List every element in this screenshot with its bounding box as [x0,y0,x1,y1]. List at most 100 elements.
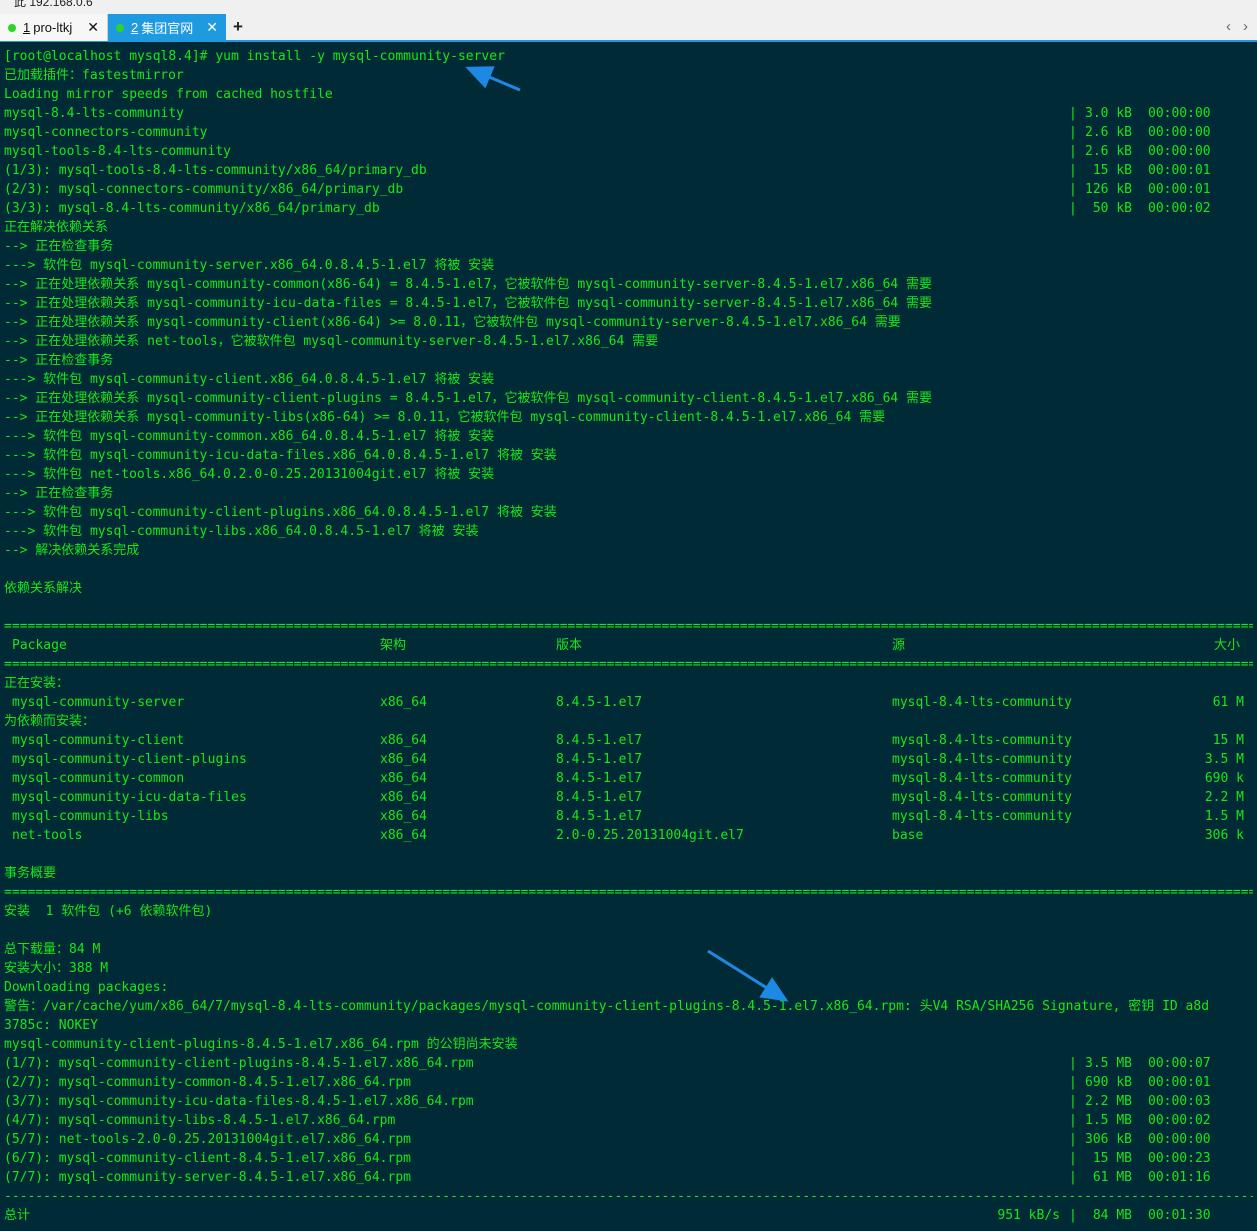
repo-time: 00:00:00 [1148,106,1211,121]
installing-label: 正在安装： [4,676,70,691]
dependency-line: ---> 软件包 mysql-community-server.x86_64.0… [4,258,495,273]
repo-size: 2.6 kB [1085,125,1132,140]
dependency-line: --> 正在处理依赖关系 mysql-community-client-plug… [4,391,933,406]
dependency-line: --> 正在检查事务 [4,486,114,501]
install-size: 安装大小：388 M [4,961,109,976]
tab-number: 1 [23,20,31,35]
package-repo: mysql-8.4-lts-community [892,733,1073,748]
header-package: Package [12,638,67,653]
dependency-line: ---> 软件包 mysql-community-client.x86_64.0… [4,372,495,387]
add-tab-button[interactable]: + [229,15,247,39]
package-version: 8.4.5-1.el7 [556,752,643,767]
package-version: 8.4.5-1.el7 [556,771,643,786]
chevron-right-icon[interactable]: › [1243,16,1248,38]
download-size: 2.2 MB [1085,1094,1132,1109]
dependency-line: --> 正在检查事务 [4,353,114,368]
package-arch: x86_64 [380,771,427,786]
package-arch: x86_64 [380,828,427,843]
dependencies-label: 为依赖而安装： [4,714,96,729]
package-arch: x86_64 [380,695,427,710]
package-name: mysql-community-icu-data-files [12,790,247,805]
total-download: 总下载量：84 M [4,942,101,957]
total-rate: 951 kB/s [997,1208,1060,1223]
dependency-line: --> 正在处理依赖关系 net-tools，它被软件包 mysql-commu… [4,334,659,349]
output-line: Loading mirror speeds from cached hostfi… [4,87,333,102]
warning-line: 警告：/var/cache/yum/x86_64/7/mysql-8.4-lts… [4,999,1210,1014]
output-line: 已加载插件：fastestmirror [4,68,184,83]
dependency-line: ---> 软件包 mysql-community-client-plugins.… [4,505,557,520]
download-time: 00:00:07 [1148,1056,1211,1071]
table-rule: ========================================… [4,885,1253,900]
download-line: (4/7): mysql-community-libs-8.4.5-1.el7.… [4,1113,396,1128]
download-time: 00:00:02 [1148,1113,1211,1128]
tab-pro-ltkj[interactable]: 1 pro-ltkj ✕ [0,14,108,41]
download-separator: | [1069,1170,1077,1185]
dependency-line: --> 正在处理依赖关系 mysql-community-icu-data-fi… [4,296,933,311]
repo-separator: | [1069,144,1077,159]
dependency-line: 正在解决依赖关系 [4,220,109,235]
dependency-line: --> 正在处理依赖关系 mysql-community-client(x86-… [4,315,901,330]
package-version: 2.0-0.25.20131004git.el7 [556,828,744,843]
tab-label: pro-ltkj [33,20,73,35]
package-version: 8.4.5-1.el7 [556,733,643,748]
total-label: 总计 [4,1208,31,1223]
repo-size: 126 kB [1085,182,1132,197]
close-icon[interactable]: ✕ [87,19,99,36]
warning-line: 3785c: NOKEY [4,1018,98,1033]
tab-jituan-guanwang[interactable]: 2 集团官网 ✕ [108,14,226,41]
download-separator: | [1069,1113,1077,1128]
package-arch: x86_64 [380,809,427,824]
repo-time: 00:00:01 [1148,182,1211,197]
package-version: 8.4.5-1.el7 [556,695,643,710]
download-line: (2/7): mysql-community-common-8.4.5-1.el… [4,1075,411,1090]
download-line: (7/7): mysql-community-server-8.4.5-1.el… [4,1170,411,1185]
package-repo: base [892,828,924,843]
summary-label: 事务概要 [4,866,57,881]
download-size: 15 MB [1085,1151,1132,1166]
terminal-output[interactable]: [root@localhost mysql8.4]# yum install -… [0,42,1257,1231]
close-icon[interactable]: ✕ [206,19,218,36]
repo-time: 00:00:00 [1148,144,1211,159]
package-repo: mysql-8.4-lts-community [892,695,1073,710]
package-arch: x86_64 [380,733,427,748]
download-time: 00:00:23 [1148,1151,1211,1166]
download-separator: | [1069,1075,1077,1090]
package-version: 8.4.5-1.el7 [556,790,643,805]
package-name: mysql-community-libs [12,809,169,824]
repo-separator: | [1069,106,1077,121]
pubkey-line: mysql-community-client-plugins-8.4.5-1.e… [4,1037,518,1052]
dependency-line: --> 正在处理依赖关系 mysql-community-libs(x86-64… [4,410,886,425]
download-separator: | [1069,1151,1077,1166]
package-repo: mysql-8.4-lts-community [892,752,1073,767]
repo-line: (1/3): mysql-tools-8.4-lts-community/x86… [4,163,427,178]
connected-status-icon [116,23,124,32]
chevron-left-icon[interactable]: ‹ [1226,16,1231,38]
package-name: mysql-community-client-plugins [12,752,247,767]
total-size: 84 MB [1085,1208,1132,1223]
header-version: 版本 [556,638,583,653]
package-size: 1.5 M [1204,809,1244,824]
package-size: 61 M [1212,695,1244,710]
tab-bar: 此 192.168.0.6 1 pro-ltkj ✕ 2 集团官网 ✕ + ‹ … [0,0,1257,42]
dependency-line: ---> 软件包 net-tools.x86_64.0.2.0-0.25.201… [4,467,495,482]
package-name: net-tools [12,828,83,843]
table-rule: ========================================… [4,657,1253,672]
header-arch: 架构 [380,638,407,653]
total-rule: ----------------------------------------… [4,1189,1253,1204]
repo-line: mysql-connectors-community [4,125,208,140]
download-line: (6/7): mysql-community-client-8.4.5-1.el… [4,1151,411,1166]
package-name: mysql-community-common [12,771,185,786]
window-title-strip: 此 192.168.0.6 [0,0,1257,12]
download-line: (3/7): mysql-community-icu-data-files-8.… [4,1094,474,1109]
dependency-line: --> 正在检查事务 [4,239,114,254]
total-separator: | [1069,1208,1077,1223]
repo-size: 15 kB [1085,163,1132,178]
repo-separator: | [1069,182,1077,197]
download-size: 3.5 MB [1085,1056,1132,1071]
package-repo: mysql-8.4-lts-community [892,790,1073,805]
download-size: 306 kB [1085,1132,1132,1147]
dependency-line: --> 解决依赖关系完成 [4,543,140,558]
summary-install: 安装 1 软件包 (+6 依赖软件包) [4,904,213,919]
header-size: 大小 [1213,638,1240,653]
download-time: 00:00:00 [1148,1132,1211,1147]
